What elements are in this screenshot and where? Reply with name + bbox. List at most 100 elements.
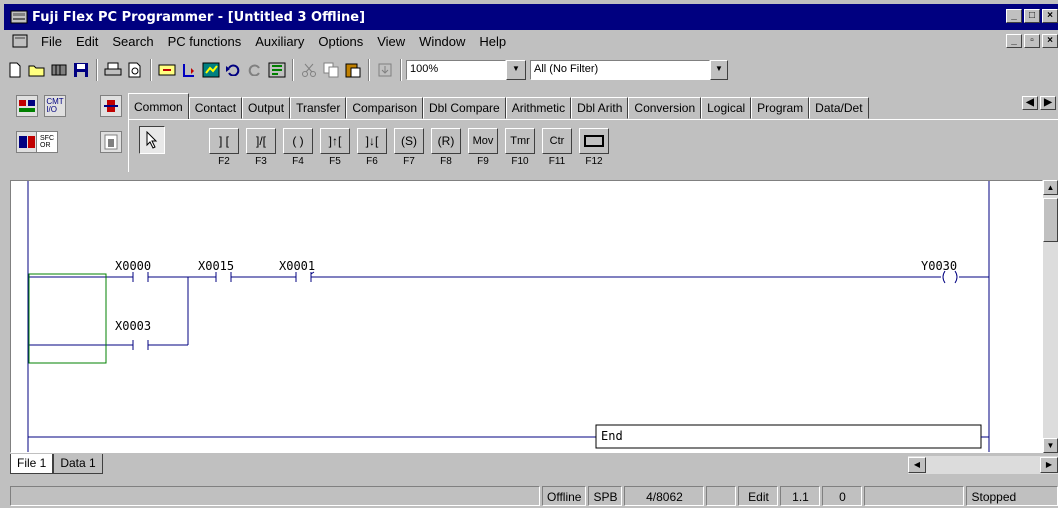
tab-scroll-buttons: ◀ ▶: [1020, 96, 1056, 110]
reset-coil-button[interactable]: (R): [431, 128, 461, 154]
library-icon[interactable]: [48, 59, 70, 81]
menu-options[interactable]: Options: [311, 34, 370, 49]
status-steps: 4/8062: [624, 486, 705, 506]
scroll-left-icon[interactable]: ◀: [908, 457, 926, 473]
sfc-mode-icon[interactable]: SFC OR: [36, 131, 58, 153]
instruction-list-icon[interactable]: [16, 131, 38, 153]
box-button[interactable]: [579, 128, 609, 154]
sheet-tab-file1[interactable]: File 1: [10, 454, 54, 474]
fkey-label: F3: [255, 156, 267, 167]
tab-logical[interactable]: Logical: [701, 97, 752, 119]
status-version: 1.1: [780, 486, 821, 506]
menu-search[interactable]: Search: [105, 34, 160, 49]
menu-edit[interactable]: Edit: [69, 34, 105, 49]
scroll-up-icon[interactable]: ▲: [1043, 180, 1058, 195]
no-contact-button[interactable]: ] [: [209, 128, 239, 154]
falling-edge-button[interactable]: ]↓[: [357, 128, 387, 154]
save-icon[interactable]: [70, 59, 92, 81]
pointer-tool-icon[interactable]: [139, 126, 165, 154]
ladder-editor[interactable]: X0000 X0015 X0001 X0003 Y0030 End: [10, 180, 1043, 453]
insert-rung-icon[interactable]: [156, 59, 178, 81]
tab-output[interactable]: Output: [242, 97, 291, 119]
compile-icon[interactable]: [266, 59, 288, 81]
print-icon[interactable]: [102, 59, 124, 81]
horizontal-scrollbar[interactable]: ◀ ▶: [908, 456, 1058, 474]
filter-dropdown-arrow[interactable]: ▼: [710, 60, 728, 80]
menu-file[interactable]: File: [34, 34, 69, 49]
fkey-label: F5: [329, 156, 341, 167]
download-icon[interactable]: [374, 59, 396, 81]
ladder-mode-icon[interactable]: [16, 95, 38, 117]
redo-icon[interactable]: [244, 59, 266, 81]
tab-contact[interactable]: Contact: [188, 97, 243, 119]
tab-comparison[interactable]: Comparison: [346, 97, 424, 119]
insert-branch-icon[interactable]: [178, 59, 200, 81]
contact-label-x0003: X0003: [115, 319, 152, 333]
mdi-minimize-button[interactable]: _: [1006, 34, 1022, 48]
cut-icon[interactable]: [298, 59, 320, 81]
tab-common[interactable]: Common: [128, 93, 189, 119]
fkey-label: F10: [511, 156, 529, 167]
cmt-io-icon[interactable]: CMT I/O: [44, 95, 66, 117]
tab-conversion[interactable]: Conversion: [628, 97, 702, 119]
minimize-button[interactable]: _: [1006, 9, 1022, 23]
monitor-icon[interactable]: [200, 59, 222, 81]
close-button[interactable]: ×: [1042, 9, 1058, 23]
mode-icons: CMT I/O SFC OR: [16, 95, 126, 165]
memory-icon[interactable]: [100, 131, 122, 153]
status-count: 0: [822, 486, 863, 506]
menu-view[interactable]: View: [370, 34, 412, 49]
coil-button[interactable]: ( ): [283, 128, 313, 154]
title-bar[interactable]: Fuji Flex PC Programmer - [Untitled 3 Of…: [4, 4, 1058, 30]
scroll-right-icon[interactable]: ▶: [1040, 457, 1058, 473]
new-file-icon[interactable]: [4, 59, 26, 81]
tab-arithmetic[interactable]: Arithmetic: [505, 97, 572, 119]
tab-dbl-arith[interactable]: Dbl Arith: [571, 97, 629, 119]
instr-label: (S): [401, 134, 417, 148]
rising-edge-button[interactable]: ]↑[: [320, 128, 350, 154]
maximize-button[interactable]: □: [1024, 9, 1040, 23]
paste-icon[interactable]: [342, 59, 364, 81]
print-preview-icon[interactable]: [124, 59, 146, 81]
nc-contact-button[interactable]: ]/[: [246, 128, 276, 154]
fkey-label: F12: [585, 156, 603, 167]
app-icon: [10, 10, 28, 24]
status-edit: Edit: [738, 486, 779, 506]
undo-icon[interactable]: [222, 59, 244, 81]
copy-icon[interactable]: [320, 59, 342, 81]
toolbar-separator: [150, 59, 152, 81]
sheet-tab-data1[interactable]: Data 1: [53, 454, 103, 474]
menu-pc-functions[interactable]: PC functions: [161, 34, 249, 49]
zoom-value: 100%: [410, 63, 439, 75]
tab-data-det[interactable]: Data/Det: [809, 97, 870, 119]
status-bar: Offline SPB 4/8062 Edit 1.1 0 Stopped: [10, 486, 1058, 508]
tab-scroll-right-icon[interactable]: ▶: [1040, 96, 1056, 110]
timer-button[interactable]: Tmr: [505, 128, 535, 154]
vertical-scrollbar[interactable]: ▲ ▼: [1043, 180, 1058, 453]
zoom-select[interactable]: 100%: [406, 60, 506, 80]
fkey-label: F8: [440, 156, 452, 167]
open-folder-icon[interactable]: [26, 59, 48, 81]
scroll-down-icon[interactable]: ▼: [1043, 438, 1058, 453]
app-window: Fuji Flex PC Programmer - [Untitled 3 Of…: [0, 0, 1058, 508]
menu-auxiliary[interactable]: Auxiliary: [248, 34, 311, 49]
mov-button[interactable]: Mov: [468, 128, 498, 154]
filter-select[interactable]: All (No Filter): [530, 60, 710, 80]
edit-cursor[interactable]: [28, 273, 107, 364]
tab-dbl-compare[interactable]: Dbl Compare: [423, 97, 506, 119]
tab-program[interactable]: Program: [751, 97, 810, 119]
zoom-dropdown-arrow[interactable]: ▼: [506, 60, 526, 80]
scroll-thumb[interactable]: [1043, 198, 1058, 242]
counter-button[interactable]: Ctr: [542, 128, 572, 154]
fkey-label: F11: [548, 156, 566, 167]
document-icon[interactable]: [12, 34, 28, 48]
menu-window[interactable]: Window: [412, 34, 472, 49]
menu-help[interactable]: Help: [472, 34, 513, 49]
tab-scroll-left-icon[interactable]: ◀: [1022, 96, 1038, 110]
mdi-restore-button[interactable]: ▫: [1024, 34, 1040, 48]
edit-mode-icon[interactable]: [100, 95, 122, 117]
set-coil-button[interactable]: (S): [394, 128, 424, 154]
instr-label: Ctr: [549, 135, 565, 147]
tab-transfer[interactable]: Transfer: [290, 97, 347, 119]
mdi-close-button[interactable]: ×: [1042, 34, 1058, 48]
